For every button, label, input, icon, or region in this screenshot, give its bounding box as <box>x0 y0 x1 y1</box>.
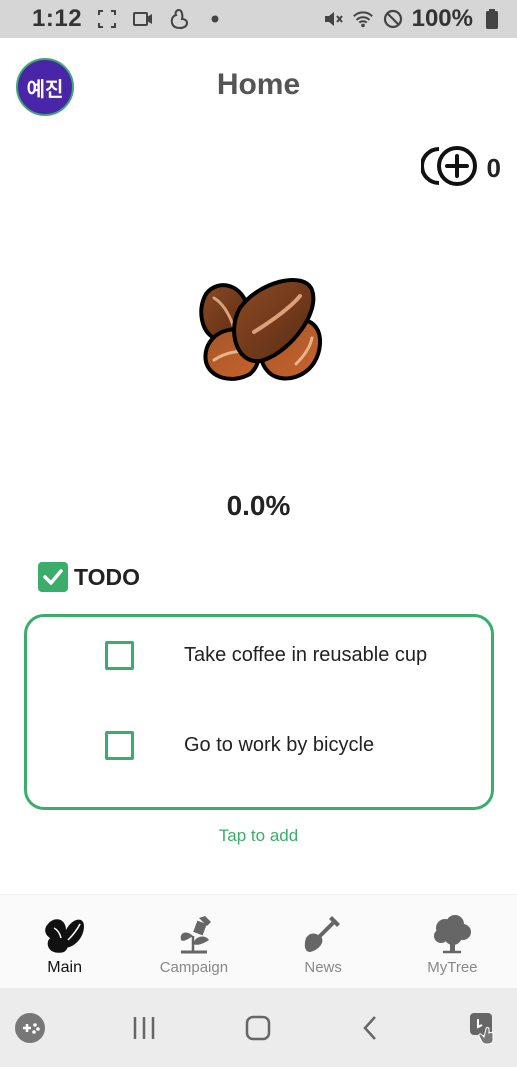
todo-item-label: Take coffee in reusable cup <box>184 644 428 666</box>
nav-item-news[interactable]: News <box>259 895 388 988</box>
assistant-icon <box>168 8 190 30</box>
seed-icon[interactable] <box>196 272 326 388</box>
todo-item[interactable]: Take coffee in reusable cup <box>105 641 427 670</box>
mute-icon <box>322 8 344 30</box>
points-count: 0 <box>486 153 501 183</box>
check-icon <box>38 562 68 592</box>
screen-record-icon <box>132 8 154 30</box>
status-time: 1:12 <box>32 5 83 32</box>
add-todo-button[interactable]: Tap to add <box>0 826 517 846</box>
todo-item-label: Go to work by bicycle <box>184 734 375 756</box>
do-not-disturb-icon <box>382 8 404 30</box>
nav-item-main[interactable]: Main <box>0 895 129 988</box>
todo-checkbox[interactable] <box>105 731 134 760</box>
wifi-icon <box>352 8 374 30</box>
system-nav-bar <box>0 988 517 1067</box>
points-display[interactable]: 0 <box>419 145 501 192</box>
recent-apps-icon[interactable] <box>126 1010 162 1046</box>
status-left: 1:12 <box>32 5 226 33</box>
back-icon[interactable] <box>353 1010 389 1046</box>
nav-label-mytree: MyTree <box>427 959 478 976</box>
seed-icon <box>43 913 87 955</box>
page-title: Home <box>216 68 301 101</box>
nav-label-campaign: Campaign <box>159 959 229 976</box>
nav-label-main: Main <box>47 959 82 976</box>
tree-icon <box>430 913 474 955</box>
todo-checkbox[interactable] <box>105 641 134 670</box>
todo-title: TODO <box>74 563 141 590</box>
dot-icon <box>204 8 226 30</box>
shovel-icon <box>301 913 345 955</box>
screenshot-frame-icon <box>96 8 118 30</box>
nav-item-campaign[interactable]: Campaign <box>129 895 258 988</box>
game-launcher-icon[interactable] <box>12 1010 48 1046</box>
todo-item[interactable]: Go to work by bicycle <box>105 731 374 760</box>
app-header: 예진 Home <box>0 38 517 134</box>
battery-percent: 100% <box>411 5 473 32</box>
status-bar: 1:12 100% <box>0 0 517 38</box>
home-button-icon[interactable] <box>240 1010 276 1046</box>
bottom-nav: Main Campaign News MyTree <box>0 894 517 988</box>
nav-item-mytree[interactable]: MyTree <box>388 895 517 988</box>
battery-icon <box>481 8 503 30</box>
coin-plus-icon <box>419 145 479 192</box>
status-right: 100% <box>322 5 503 33</box>
nav-label-news: News <box>304 959 342 976</box>
todo-header: TODO <box>38 562 140 592</box>
watering-can-icon <box>172 913 216 955</box>
todo-list: Take coffee in reusable cup Go to work b… <box>24 614 494 810</box>
growth-progress: 0.0% <box>226 490 291 521</box>
accessibility-touch-icon[interactable] <box>467 1010 503 1046</box>
